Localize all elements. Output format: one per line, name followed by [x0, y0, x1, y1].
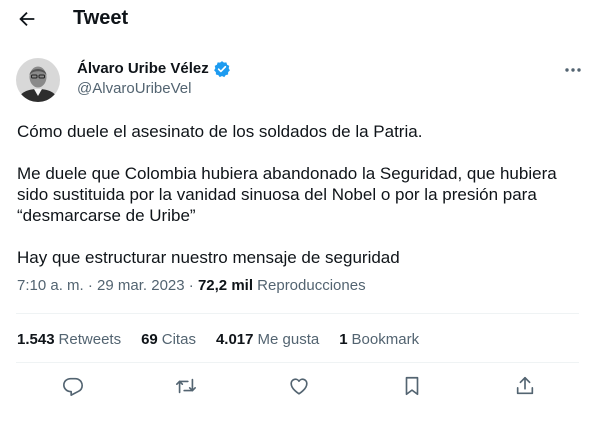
tweet-date[interactable]: 29 mar. 2023: [97, 277, 185, 294]
divider: [16, 313, 579, 314]
tweet-time[interactable]: 7:10 a. m.: [17, 277, 84, 294]
author-handle[interactable]: @AlvaroUribeVel: [77, 80, 191, 98]
quotes-count: 69: [141, 331, 158, 348]
tweet-paragraph: Hay que estructurar nuestro mensaje de s…: [17, 248, 400, 267]
bookmarks-label: Bookmark: [351, 331, 420, 348]
retweet-icon[interactable]: [175, 375, 199, 399]
bookmarks-stat[interactable]: 1 Bookmark: [339, 331, 419, 349]
verified-badge-icon: [213, 60, 231, 78]
back-arrow-icon[interactable]: [16, 8, 38, 30]
quotes-label: Citas: [161, 331, 196, 348]
reply-icon[interactable]: [62, 375, 86, 399]
top-bar: Tweet: [0, 0, 595, 36]
bookmark-icon[interactable]: [401, 375, 425, 399]
retweets-count: 1.543: [17, 331, 55, 348]
tweet-metadata: 7:10 a. m. · 29 mar. 2023 · 72,2 mil Rep…: [17, 277, 366, 295]
tweet-paragraph: Cómo duele el asesinato de los soldados …: [17, 122, 423, 141]
tweet-text: Cómo duele el asesinato de los soldados …: [17, 121, 577, 268]
meta-separator: ·: [188, 277, 194, 294]
likes-count: 4.017: [215, 331, 254, 348]
retweets-label: Retweets: [58, 331, 122, 348]
bookmarks-count: 1: [339, 331, 348, 348]
more-options-icon[interactable]: [563, 60, 583, 80]
avatar[interactable]: [16, 58, 60, 102]
engagement-stats: 1.543 Retweets 69 Citas 4.017 Me gusta 1 Boo…: [17, 331, 439, 349]
quotes-stat[interactable]: 69 Citas: [141, 331, 196, 349]
views-label: Reproducciones: [257, 277, 366, 294]
likes-stat[interactable]: 4.017 Me gusta: [216, 331, 319, 349]
share-icon[interactable]: [514, 375, 538, 399]
retweets-stat[interactable]: 1.543 Retweets: [17, 331, 121, 349]
heart-icon[interactable]: [288, 375, 312, 399]
divider: [16, 362, 579, 363]
author-name-row: Álvaro Uribe Vélez: [77, 60, 231, 78]
author-name[interactable]: Álvaro Uribe Vélez: [77, 60, 209, 78]
action-bar: [0, 375, 595, 401]
likes-label: Me gusta: [257, 331, 320, 348]
views-count: 72,2 mil: [197, 277, 253, 294]
meta-separator: ·: [87, 277, 93, 294]
page-title: Tweet: [73, 7, 129, 29]
tweet-paragraph: Me duele que Colombia hubiera abandonado…: [17, 164, 562, 225]
